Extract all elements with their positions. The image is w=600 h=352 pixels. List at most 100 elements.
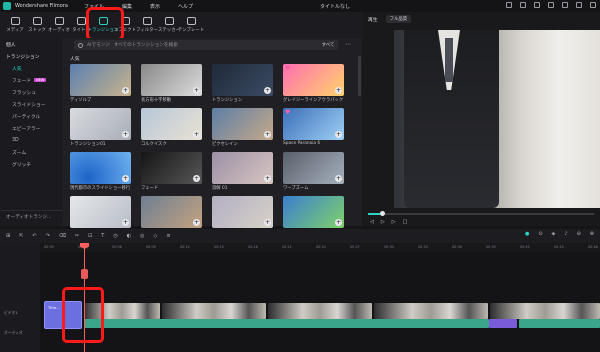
zoom-in-icon[interactable]: ⊕ [590, 231, 594, 237]
transition-item[interactable]: + 溶解 01 [212, 152, 273, 193]
add-icon[interactable]: + [122, 131, 129, 138]
keyframe-icon[interactable]: ◇ [153, 233, 157, 239]
transition-item[interactable]: ♥+グレイジーラインアウラパック トラン... [283, 64, 344, 105]
bell-icon[interactable] [520, 2, 526, 8]
transition-thumbnail[interactable]: + [283, 196, 344, 228]
transition-thumbnail[interactable]: + [212, 196, 273, 228]
transition-item[interactable]: + ピクセレイン [212, 108, 273, 149]
snap-icon[interactable]: ⊙ [538, 231, 542, 237]
transition-item[interactable]: + 長方形十字移動 [141, 64, 202, 105]
add-icon[interactable]: + [264, 131, 271, 138]
play-icon[interactable]: ▷ [381, 219, 385, 225]
timeline-tracks[interactable] [40, 252, 600, 352]
account-icon[interactable] [548, 2, 554, 8]
transition-thumbnail[interactable]: + [70, 152, 131, 184]
minimize-icon[interactable] [562, 2, 568, 8]
maximize-icon[interactable] [576, 2, 582, 8]
quality-dropdown[interactable]: フル品質 [385, 15, 412, 23]
delete-icon[interactable]: ⌫ [59, 233, 66, 239]
undo-icon[interactable]: ↶ [32, 233, 36, 239]
transition-item[interactable]: + ワープズーム [283, 152, 344, 193]
transition-thumbnail[interactable]: + [70, 196, 131, 228]
sidebar-item-flash[interactable]: フラッシュ [0, 86, 62, 98]
sidebar-item-3d[interactable]: 3D [0, 134, 62, 146]
sidebar-item-fade[interactable]: フェード NEW [0, 74, 62, 86]
add-icon[interactable]: + [122, 219, 129, 226]
transition-item[interactable]: + コルクイスク [141, 108, 202, 149]
next-frame-icon[interactable]: ▷ [392, 219, 396, 225]
transition-item[interactable]: + フェード [141, 152, 202, 193]
transition-thumbnail[interactable]: + [141, 108, 202, 140]
mic-icon[interactable]: ♪ [564, 231, 567, 237]
transition-thumbnail[interactable]: ♥ + [283, 108, 344, 140]
transition-thumbnail[interactable]: + [212, 64, 273, 96]
transition-drop-marker[interactable] [81, 269, 88, 279]
sidebar-item-audio-transition[interactable]: オーディオトランジ... [6, 214, 51, 220]
video-clip[interactable] [374, 303, 488, 319]
tool-stock[interactable]: ストック [26, 12, 48, 38]
favorite-heart-icon[interactable]: ♥ [285, 109, 290, 116]
video-clip[interactable] [490, 303, 600, 319]
transition-item[interactable]: + 現代都市のスライドショー移行 02 [70, 152, 131, 193]
add-icon[interactable]: + [193, 175, 200, 182]
sidebar-item-particle[interactable]: パーティクル [0, 110, 62, 122]
gift-icon[interactable] [506, 2, 512, 8]
transition-thumbnail[interactable]: + [212, 152, 273, 184]
audio-clip[interactable] [519, 319, 600, 328]
add-icon[interactable]: + [335, 175, 342, 182]
add-icon[interactable]: + [264, 219, 271, 226]
transition-thumbnail[interactable]: + [70, 64, 131, 96]
transition-item[interactable]: + ディゾルブ [70, 64, 131, 105]
preview-progress-bar[interactable] [368, 211, 594, 216]
sidebar-item-transitions[interactable]: トランジション [0, 50, 62, 62]
marker-icon[interactable]: ◈ [552, 231, 556, 237]
layout-icon[interactable]: ⊞ [6, 233, 10, 239]
add-icon[interactable]: + [335, 87, 342, 94]
sidebar-item-popular[interactable]: 人気 [0, 62, 62, 74]
add-icon[interactable]: + [193, 131, 200, 138]
menu-edit[interactable]: 編集 [122, 3, 132, 10]
tool-filter[interactable]: フィルター [136, 12, 158, 38]
zoom-out-icon[interactable]: ⊖ [577, 231, 581, 237]
prev-frame-icon[interactable]: ◁ [370, 219, 374, 225]
progress-knob[interactable] [380, 211, 385, 216]
speed-icon[interactable]: ◷ [113, 233, 117, 239]
transition-thumbnail[interactable]: + [212, 108, 273, 140]
audio-clip[interactable] [84, 319, 489, 328]
close-icon[interactable] [590, 2, 596, 8]
add-icon[interactable]: + [122, 87, 129, 94]
favorite-heart-icon[interactable]: ♥ [285, 65, 290, 72]
tool-audio[interactable]: オーディオ [48, 12, 70, 38]
stop-icon[interactable]: □ [403, 219, 408, 225]
transition-item[interactable]: ♥ + Space Paranoia 6 [283, 108, 344, 149]
filter-dropdown[interactable]: すべて [318, 40, 338, 50]
add-icon[interactable]: + [264, 175, 271, 182]
sidebar-item-glitch[interactable]: グリッチ [0, 158, 62, 170]
transition-thumbnail[interactable]: + [141, 196, 202, 228]
search-input[interactable]: AIでモンジ すべてのトランジションを検索 [74, 40, 330, 50]
transition-item[interactable]: + トランジション01 [70, 108, 131, 149]
transition-thumbnail[interactable]: ♥ + [283, 64, 344, 96]
tool-sticker[interactable]: ステッカー [158, 12, 180, 38]
crop-icon[interactable]: ⊡ [88, 233, 92, 239]
tool-media[interactable]: メディア [4, 12, 26, 38]
color-icon[interactable]: ◐ [127, 233, 131, 239]
transition-thumbnail[interactable]: + [283, 152, 344, 184]
sidebar-item-personal[interactable]: 個人 [0, 38, 62, 50]
effect-clip[interactable] [489, 319, 517, 328]
select-icon[interactable]: ⇱ [19, 233, 23, 239]
transition-thumbnail[interactable]: + [70, 108, 131, 140]
sidebar-item-slideshow[interactable]: スライドショー [0, 98, 62, 110]
mask-icon[interactable]: ◎ [140, 233, 144, 239]
transition-thumbnail[interactable]: + [141, 64, 202, 96]
more-options-icon[interactable]: ⋯ [345, 41, 351, 48]
scrollbar[interactable] [358, 56, 361, 96]
add-icon[interactable]: + [193, 219, 200, 226]
video-clip[interactable] [162, 303, 266, 319]
cloud-icon[interactable] [534, 2, 540, 8]
menu-help[interactable]: ヘルプ [178, 3, 193, 10]
sidebar-item-error[interactable]: エピーアラー [0, 122, 62, 134]
add-icon[interactable]: + [335, 219, 342, 226]
sidebar-item-zoom[interactable]: ズーム [0, 146, 62, 158]
stabilize-icon[interactable]: ≡ [166, 233, 170, 239]
